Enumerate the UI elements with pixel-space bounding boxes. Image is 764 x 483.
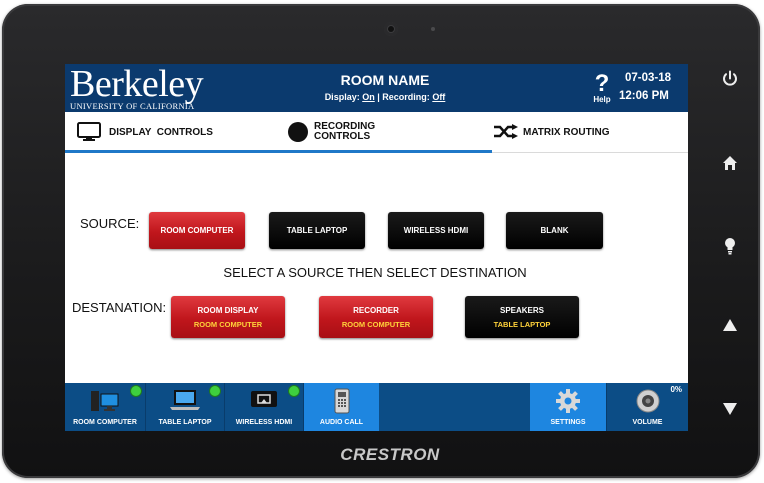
footer-volume-label: VOLUME <box>632 419 663 426</box>
volume-level: 0% <box>670 385 682 394</box>
desktop-computer-icon <box>91 391 119 411</box>
date-display: 07-03-18 <box>625 72 672 84</box>
destination-speakers-button[interactable]: SPEAKERS TABLE LAPTOP <box>465 296 579 338</box>
speaker-icon <box>636 389 659 413</box>
source-wireless-hdmi-label: WIRELESS HDMI <box>403 226 469 235</box>
down-arrow-icon <box>723 403 737 415</box>
status-separator: | <box>377 92 380 102</box>
camera-lens <box>384 22 398 36</box>
lightbulb-icon <box>725 238 735 255</box>
record-dot-icon <box>288 122 308 142</box>
source-blank-button[interactable]: BLANK <box>506 212 603 249</box>
help-icon: ? <box>594 70 610 97</box>
source-room-computer-button[interactable]: ROOM COMPUTER <box>149 212 245 249</box>
room-name: ROOM NAME <box>340 72 430 88</box>
footer-room-computer-button[interactable]: ROOM COMPUTER <box>65 383 145 431</box>
room-status: Display: On | Recording: Off <box>285 92 485 102</box>
gear-icon <box>556 389 580 413</box>
help-label: Help <box>593 95 611 104</box>
active-tab-indicator <box>65 150 492 153</box>
source-table-laptop-button[interactable]: TABLE LAPTOP <box>269 212 365 249</box>
source-label: SOURCE: <box>80 216 140 231</box>
destination-speakers-label: SPEAKERS <box>499 305 544 315</box>
up-arrow-icon <box>723 319 737 331</box>
up-button[interactable] <box>714 309 746 341</box>
destination-room-display-source: ROOM COMPUTER <box>193 319 263 329</box>
source-room-computer-label: ROOM COMPUTER <box>160 226 234 235</box>
footer-wireless-hdmi-label: WIRELESS HDMI <box>235 419 293 426</box>
destination-label: DESTANATION: <box>72 300 167 315</box>
tab-bar: DISPLAY CONTROLS RECORDING CONTROLS MATR… <box>65 112 688 153</box>
footer-room-computer-label: ROOM COMPUTER <box>73 419 137 426</box>
tab-matrix-routing[interactable]: MATRIX ROUTING <box>493 112 609 152</box>
destination-recorder-label: RECORDER <box>353 305 399 315</box>
wireless-hdmi-status-dot <box>289 386 299 396</box>
destination-speakers-source: TABLE LAPTOP <box>493 319 551 329</box>
help-button[interactable]: ? Help <box>589 70 615 105</box>
light-button[interactable] <box>714 230 746 262</box>
footer-audio-call-button[interactable]: AUDIO CALL <box>304 383 379 431</box>
destination-recorder-button[interactable]: RECORDER ROOM COMPUTER <box>319 296 433 338</box>
footer-settings-label: SETTINGS <box>550 419 586 426</box>
footer-bar: ROOM COMPUTER TABLE LAPTOP WIRELESS HDMI… <box>65 383 688 431</box>
crestron-logo: CRESTRON <box>340 445 440 464</box>
footer-wireless-hdmi-button[interactable]: WIRELESS HDMI <box>225 383 303 431</box>
light-sensor <box>431 27 435 31</box>
tab-matrix-routing-label: MATRIX ROUTING <box>523 126 610 138</box>
power-icon <box>723 70 737 86</box>
phone-icon <box>334 388 349 414</box>
room-computer-status-dot <box>131 386 141 396</box>
footer-volume-button[interactable]: 0% VOLUME <box>607 383 688 431</box>
home-button[interactable] <box>714 147 746 179</box>
berkeley-logo: Berkeley UNIVERSITY OF CALIFORNIA <box>70 64 204 111</box>
destination-recorder-source: ROOM COMPUTER <box>341 319 411 329</box>
shuffle-icon <box>494 124 518 139</box>
monitor-icon <box>77 122 101 141</box>
display-status-link[interactable]: On <box>362 92 375 102</box>
down-button[interactable] <box>714 393 746 425</box>
footer-settings-button[interactable]: SETTINGS <box>530 383 606 431</box>
footer-audio-call-label: AUDIO CALL <box>319 419 364 426</box>
power-button[interactable] <box>714 63 746 95</box>
tab-recording-label-line2: CONTROLS <box>314 131 371 142</box>
tab-display-controls-label: DISPLAY CONTROLS <box>109 126 213 138</box>
touch-screen: Berkeley UNIVERSITY OF CALIFORNIA ROOM N… <box>65 64 688 431</box>
recording-status-link[interactable]: Off <box>432 92 445 102</box>
logo-wordmark: Berkeley <box>70 64 204 105</box>
footer-table-laptop-button[interactable]: TABLE LAPTOP <box>146 383 224 431</box>
table-laptop-status-dot <box>210 386 220 396</box>
destination-room-display-label: ROOM DISPLAY <box>197 305 259 315</box>
source-wireless-hdmi-button[interactable]: WIRELESS HDMI <box>388 212 484 249</box>
destination-room-display-button[interactable]: ROOM DISPLAY ROOM COMPUTER <box>171 296 285 338</box>
wireless-hdmi-icon <box>251 391 277 407</box>
display-status-label: Display: <box>324 92 360 102</box>
source-blank-label: BLANK <box>540 226 569 235</box>
home-icon <box>723 156 737 170</box>
recording-status-label: Recording: <box>382 92 430 102</box>
tab-recording-controls[interactable]: RECORDING CONTROLS <box>287 112 375 152</box>
tab-display-controls[interactable]: DISPLAY CONTROLS <box>77 112 213 152</box>
source-table-laptop-label: TABLE LAPTOP <box>286 226 348 235</box>
instruction-text: SELECT A SOURCE THEN SELECT DESTINATION <box>223 265 527 280</box>
time-display: 12:06 PM <box>619 90 669 102</box>
laptop-icon <box>170 390 200 410</box>
logo-subtitle: UNIVERSITY OF CALIFORNIA <box>70 101 195 111</box>
footer-table-laptop-label: TABLE LAPTOP <box>158 419 212 426</box>
header-bar: Berkeley UNIVERSITY OF CALIFORNIA ROOM N… <box>65 64 688 112</box>
